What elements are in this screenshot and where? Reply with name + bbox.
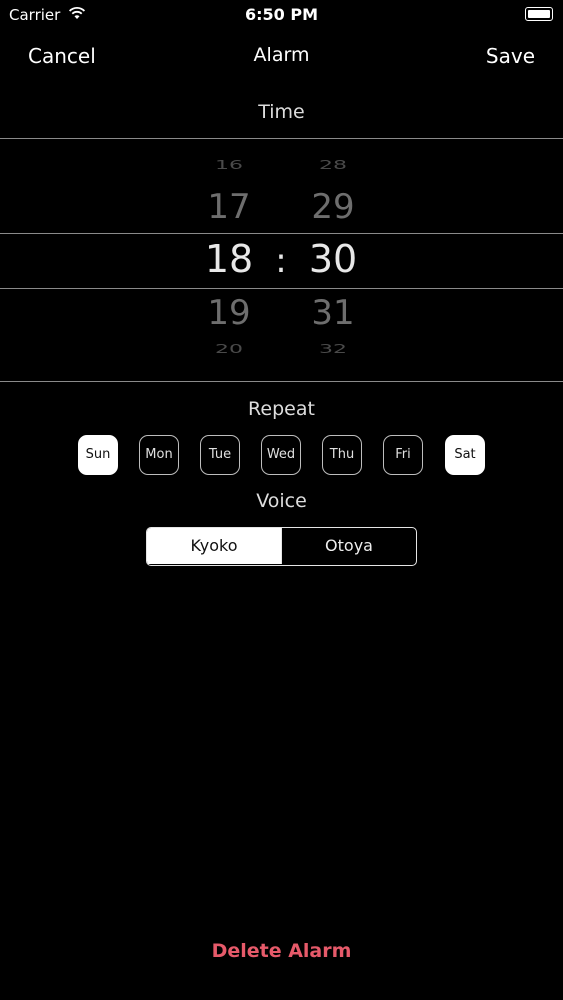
repeat-section-label: Repeat bbox=[248, 398, 315, 420]
voice-option-otoya[interactable]: Otoya bbox=[281, 528, 416, 564]
day-toggle-mon[interactable]: Mon bbox=[139, 435, 179, 475]
minute-selected[interactable]: 30 bbox=[293, 237, 373, 281]
delete-alarm-button[interactable]: Delete Alarm bbox=[0, 940, 563, 962]
day-toggle-wed[interactable]: Wed bbox=[261, 435, 301, 475]
battery-icon bbox=[525, 7, 553, 21]
hour-option[interactable]: 16 bbox=[189, 159, 269, 173]
time-separator: : bbox=[275, 241, 287, 281]
voice-segmented-control: Kyoko Otoya bbox=[146, 527, 417, 566]
minute-option[interactable]: 28 bbox=[293, 159, 373, 173]
minute-option[interactable]: 31 bbox=[293, 293, 373, 333]
day-toggle-thu[interactable]: Thu bbox=[322, 435, 362, 475]
picker-selection-bottom-line bbox=[0, 288, 563, 289]
time-section-label: Time bbox=[258, 101, 305, 123]
minute-option[interactable]: 29 bbox=[293, 187, 373, 227]
hour-option[interactable]: 19 bbox=[189, 293, 269, 333]
page-title: Alarm bbox=[253, 44, 310, 66]
voice-option-kyoko[interactable]: Kyoko bbox=[147, 528, 281, 564]
picker-selection-top-line bbox=[0, 233, 563, 234]
day-toggle-tue[interactable]: Tue bbox=[200, 435, 240, 475]
nav-bar: Cancel Alarm Save bbox=[0, 36, 563, 76]
time-picker[interactable]: 16 17 18 19 20 : 28 29 30 31 32 bbox=[0, 139, 563, 382]
voice-section-label: Voice bbox=[256, 490, 307, 512]
hour-option[interactable]: 20 bbox=[189, 343, 269, 357]
minute-option[interactable]: 32 bbox=[293, 343, 373, 357]
save-button[interactable]: Save bbox=[486, 44, 535, 68]
day-toggle-sat[interactable]: Sat bbox=[445, 435, 485, 475]
status-time: 6:50 PM bbox=[244, 5, 318, 24]
divider bbox=[0, 381, 563, 382]
day-toggle-fri[interactable]: Fri bbox=[383, 435, 423, 475]
hour-option[interactable]: 17 bbox=[189, 187, 269, 227]
day-toggle-sun[interactable]: Sun bbox=[78, 435, 118, 475]
hour-selected[interactable]: 18 bbox=[189, 237, 269, 281]
status-bar: Carrier 6:50 PM bbox=[0, 0, 563, 30]
repeat-days: Sun Mon Tue Wed Thu Fri Sat bbox=[78, 435, 488, 475]
